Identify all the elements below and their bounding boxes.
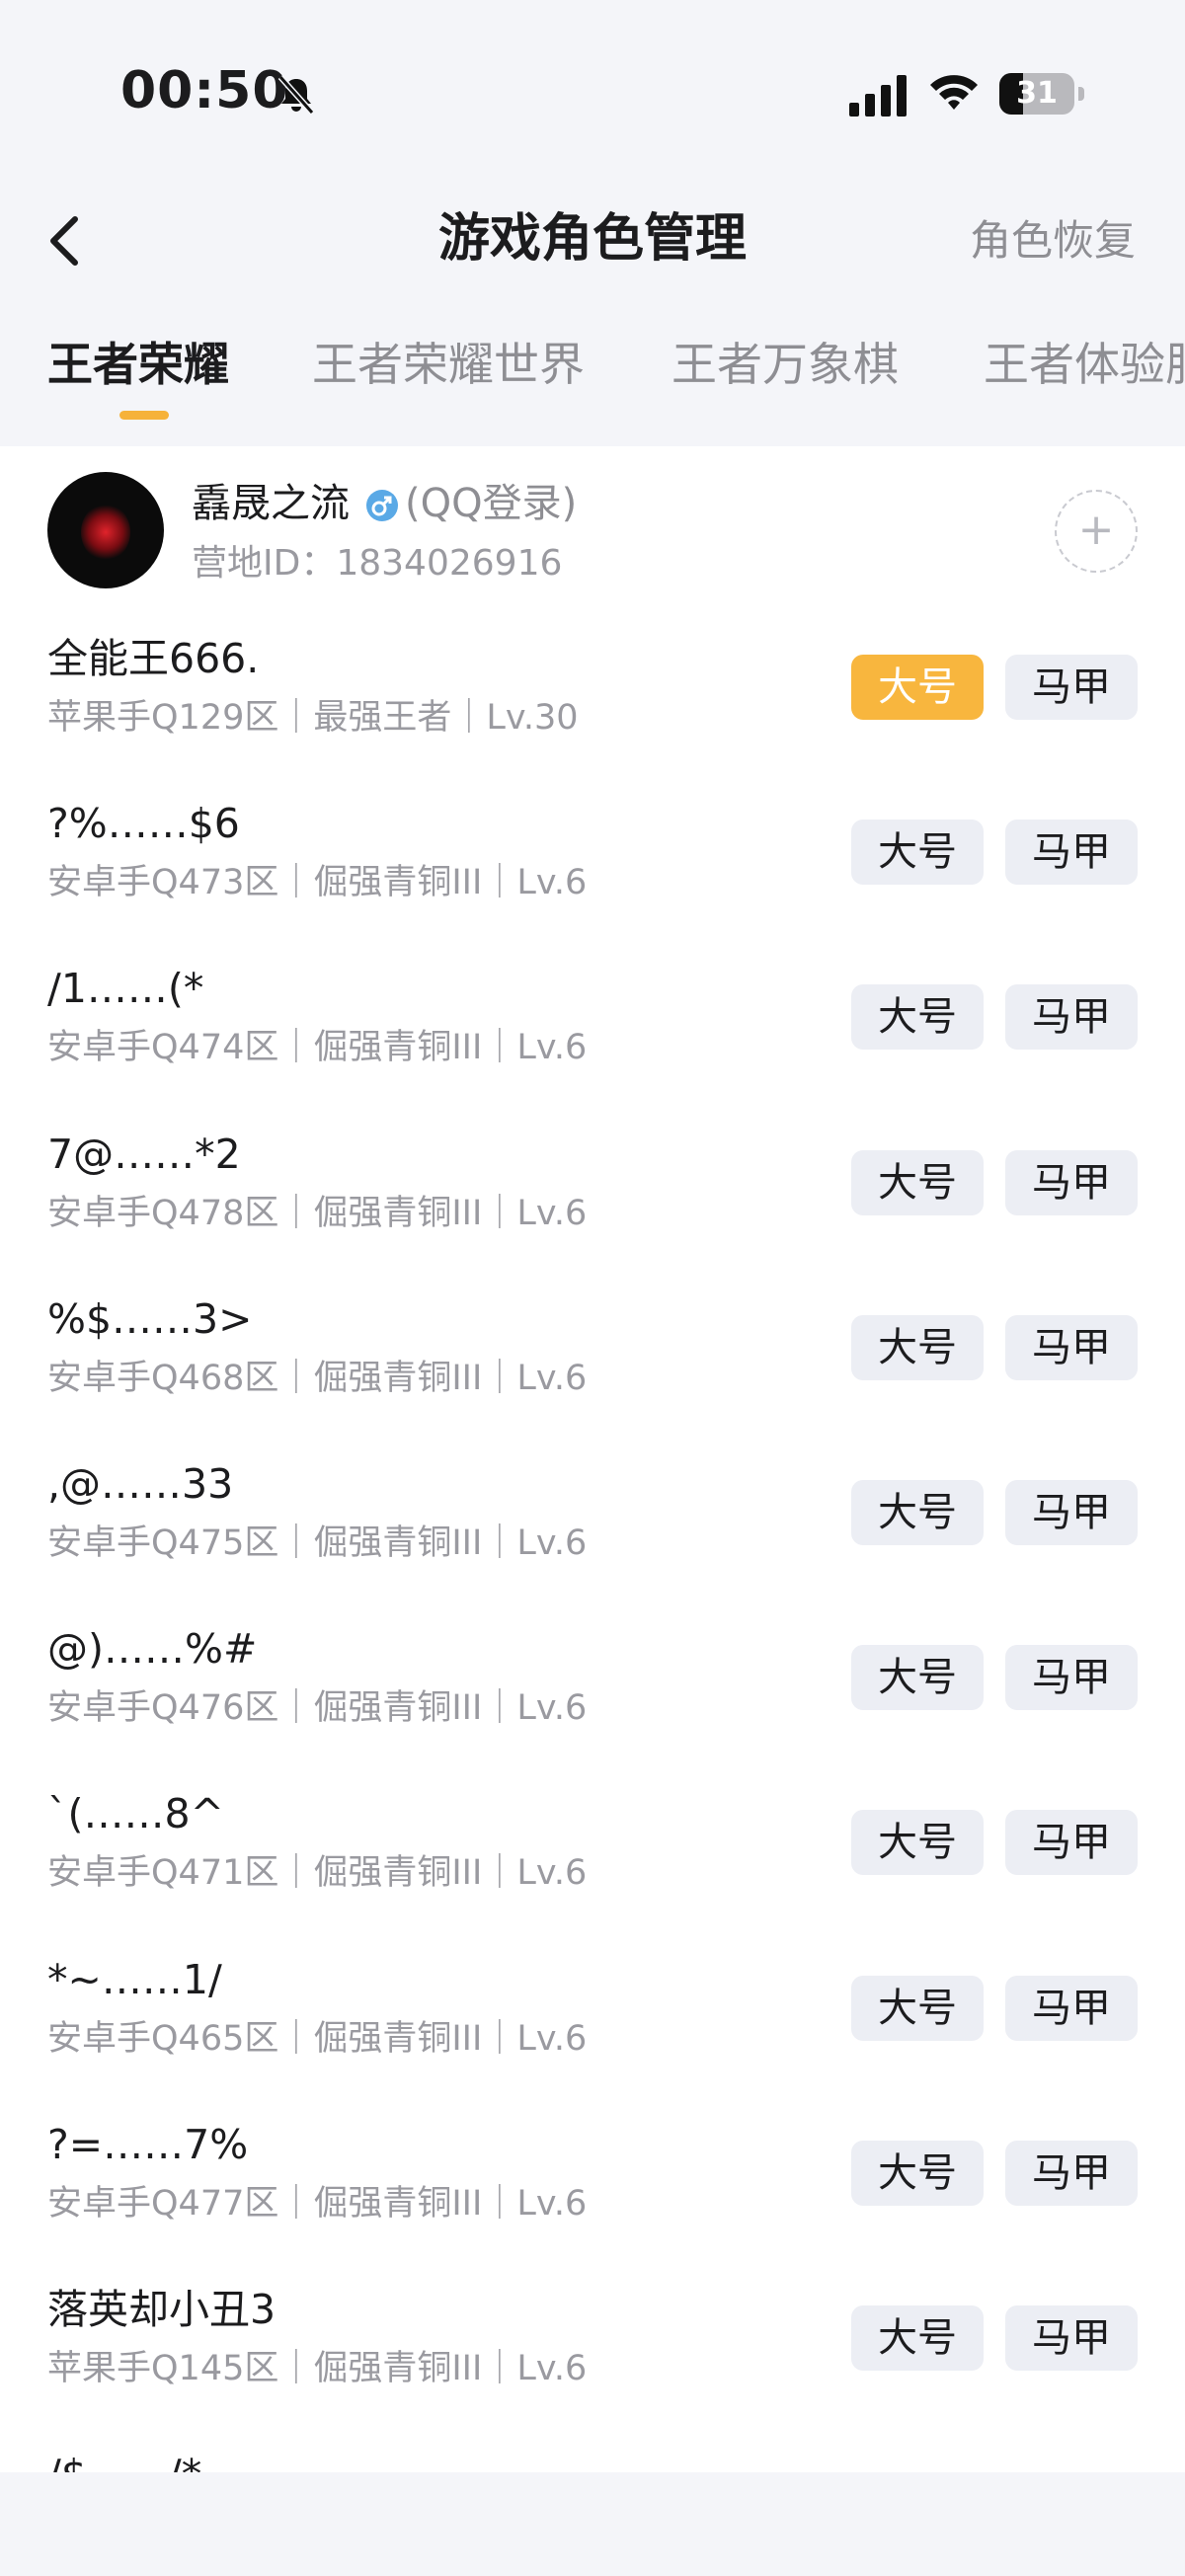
main-account-button[interactable]: 大号 <box>851 1810 984 1875</box>
role-row: @)……%# 安卓手Q476区｜倔强青铜III｜Lv.6 大号 马甲 <box>0 1601 1185 1766</box>
active-tab-indicator <box>119 411 169 420</box>
role-server-info: 苹果手Q129区｜最强王者｜Lv.30 <box>47 698 579 738</box>
role-row: *~……1/安卓手Q465区｜倔强青铜III｜Lv.6 大号 马甲 <box>0 1932 1185 2097</box>
role-name: ,@……33 <box>47 1460 234 1508</box>
alt-account-button[interactable]: 马甲 <box>1005 1150 1138 1215</box>
tab-honor-of-kings-chess[interactable]: 王者万象棋 <box>672 334 899 395</box>
alt-account-button[interactable]: 马甲 <box>1005 1976 1138 2041</box>
camp-id: 营地ID：1834026916 <box>192 543 563 584</box>
role-name: 7@……*2 <box>47 1131 241 1178</box>
tab-honor-of-kings[interactable]: 王者荣耀 <box>47 334 229 395</box>
role-row: /$……/* <box>0 2427 1185 2472</box>
role-server-info: 苹果手Q145区｜倔强青铜III｜Lv.6 <box>47 2349 588 2388</box>
role-restore-button[interactable]: 角色恢复 <box>970 213 1136 269</box>
bottom-area <box>0 2472 1185 2576</box>
main-account-button[interactable]: 大号 <box>851 1976 984 2041</box>
alt-account-button[interactable]: 马甲 <box>1005 1480 1138 1545</box>
alt-account-button[interactable]: 马甲 <box>1005 655 1138 720</box>
add-account-button[interactable]: + <box>1055 490 1138 573</box>
bell-muted-icon <box>277 75 315 115</box>
role-name: `(……8^ <box>47 1790 224 1837</box>
role-name: %$……3> <box>47 1295 253 1343</box>
battery-icon: 31 <box>999 73 1084 117</box>
avatar[interactable] <box>47 472 164 588</box>
status-bar: 00:50 31 <box>0 0 1185 188</box>
alt-account-button[interactable]: 马甲 <box>1005 2305 1138 2371</box>
role-server-info: 安卓手Q478区｜倔强青铜III｜Lv.6 <box>47 1194 588 1233</box>
account-name: 舙晟之流 <box>192 481 350 526</box>
role-server-info: 安卓手Q473区｜倔强青铜III｜Lv.6 <box>47 863 588 902</box>
alt-account-button[interactable]: 马甲 <box>1005 1315 1138 1380</box>
role-name: /$……/* <box>47 2447 201 2472</box>
cellular-signal-icon <box>849 75 907 117</box>
main-account-button[interactable]: 大号 <box>851 655 984 720</box>
tab-experience-server[interactable]: 王者体验服 <box>984 334 1185 395</box>
main-account-button[interactable]: 大号 <box>851 2305 984 2371</box>
login-type: (QQ登录) <box>405 481 578 526</box>
role-name: ?=……7% <box>47 2121 249 2168</box>
role-name: /1……(* <box>47 965 204 1012</box>
role-row: /1……(* 安卓手Q474区｜倔强青铜III｜Lv.6 大号 马甲 <box>0 941 1185 1106</box>
tab-honor-of-kings-world[interactable]: 王者荣耀世界 <box>312 334 585 395</box>
role-name: @)……%# <box>47 1625 258 1673</box>
role-row: ?=……7% 安卓手Q477区｜倔强青铜III｜Lv.6 大号 马甲 <box>0 2097 1185 2262</box>
main-account-button[interactable]: 大号 <box>851 984 984 1050</box>
role-row: 落英却小丑3 苹果手Q145区｜倔强青铜III｜Lv.6 大号 马甲 <box>0 2262 1185 2427</box>
role-server-info: 安卓手Q468区｜倔强青铜III｜Lv.6 <box>47 1359 588 1398</box>
account-header: 舙晟之流 (QQ登录) 营地ID：1834026916 + <box>0 446 1185 614</box>
alt-account-button[interactable]: 马甲 <box>1005 1645 1138 1710</box>
nav-bar: 游戏角色管理 角色恢复 <box>0 188 1185 296</box>
role-name: ?%……$6 <box>47 800 240 847</box>
role-row: ?%……$6 安卓手Q473区｜倔强青铜III｜Lv.6 大号 马甲 <box>0 776 1185 941</box>
main-account-button[interactable]: 大号 <box>851 820 984 885</box>
role-row: 全能王666. 苹果手Q129区｜最强王者｜Lv.30 大号 马甲 <box>0 611 1185 776</box>
role-server-info: 安卓手Q474区｜倔强青铜III｜Lv.6 <box>47 1028 588 1067</box>
account-name-line: 舙晟之流 (QQ登录) <box>192 476 577 531</box>
role-server-info: 安卓手Q471区｜倔强青铜III｜Lv.6 <box>47 1853 588 1893</box>
role-row: `(……8^ 安卓手Q471区｜倔强青铜III｜Lv.6 大号 马甲 <box>0 1766 1185 1931</box>
alt-account-button[interactable]: 马甲 <box>1005 2141 1138 2206</box>
male-gender-icon <box>366 490 398 521</box>
role-list-panel: 舙晟之流 (QQ登录) 营地ID：1834026916 + 全能王666. 苹果手… <box>0 446 1185 2472</box>
role-server-info: 安卓手Q477区｜倔强青铜III｜Lv.6 <box>47 2184 588 2224</box>
role-row: %$……3> 安卓手Q468区｜倔强青铜III｜Lv.6 大号 马甲 <box>0 1272 1185 1437</box>
role-server-info: 安卓手Q476区｜倔强青铜III｜Lv.6 <box>47 1688 588 1728</box>
role-row: ,@……33 安卓手Q475区｜倔强青铜III｜Lv.6 大号 马甲 <box>0 1437 1185 1601</box>
wifi-icon <box>930 75 978 110</box>
role-server-info: 安卓手Q465区｜倔强青铜III｜Lv.6 <box>47 2019 588 2059</box>
role-name: *~……1/ <box>47 1956 222 2003</box>
alt-account-button[interactable]: 马甲 <box>1005 820 1138 885</box>
alt-account-button[interactable]: 马甲 <box>1005 1810 1138 1875</box>
main-account-button[interactable]: 大号 <box>851 1315 984 1380</box>
main-account-button[interactable]: 大号 <box>851 1480 984 1545</box>
main-account-button[interactable]: 大号 <box>851 1150 984 1215</box>
role-name: 全能王666. <box>47 635 260 682</box>
role-name: 落英却小丑3 <box>47 2286 276 2333</box>
role-server-info: 安卓手Q475区｜倔强青铜III｜Lv.6 <box>47 1523 588 1563</box>
status-time: 00:50 <box>120 61 289 120</box>
role-row: 7@……*2 安卓手Q478区｜倔强青铜III｜Lv.6 大号 马甲 <box>0 1107 1185 1272</box>
alt-account-button[interactable]: 马甲 <box>1005 984 1138 1050</box>
main-account-button[interactable]: 大号 <box>851 2141 984 2206</box>
game-tabs: 王者荣耀 王者荣耀世界 王者万象棋 王者体验服 <box>0 316 1185 425</box>
main-account-button[interactable]: 大号 <box>851 1645 984 1710</box>
battery-level: 31 <box>1016 76 1058 111</box>
